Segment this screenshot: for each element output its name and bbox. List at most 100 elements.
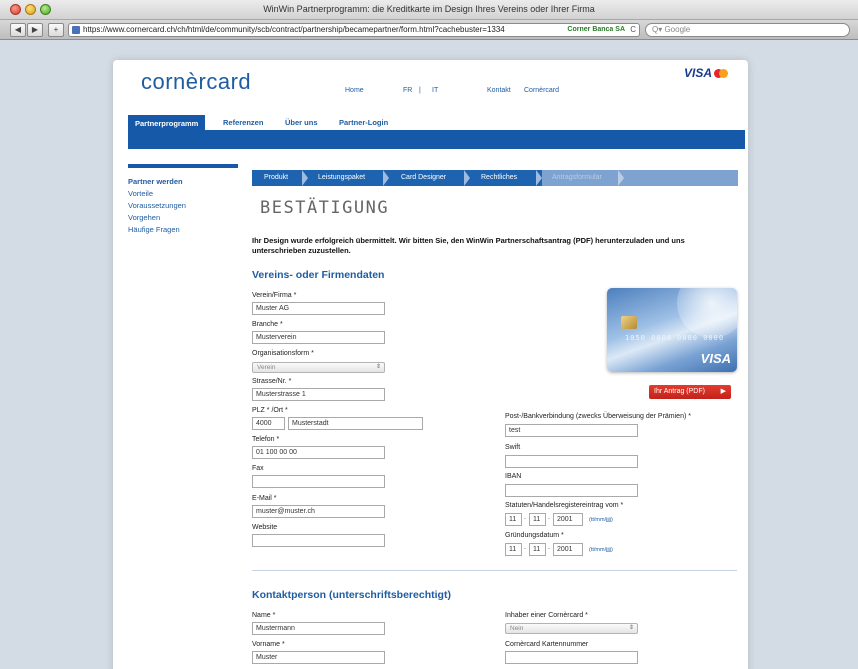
page-title: BESTÄTIGUNG <box>260 198 390 218</box>
main-nav-bar <box>128 130 745 149</box>
chevron-right-icon <box>464 170 470 186</box>
section-heading-vereinsdaten: Vereins- oder Firmendaten <box>252 269 385 281</box>
card-visa-logo: VISA <box>700 351 731 366</box>
inhaber-label: Inhaber einer Cornèrcard * <box>505 612 588 619</box>
card-glow <box>677 288 737 338</box>
sidebar-item-vorgehen[interactable]: Vorgehen <box>128 212 238 224</box>
card-number: 1050 0000 0000 0000 <box>625 334 725 342</box>
download-pdf-button[interactable]: Ihr Antrag (PDF) ▶ <box>649 385 731 399</box>
tab-partnerprogramm[interactable]: Partnerprogramm <box>128 115 206 136</box>
plz-ort-label: PLZ * /Ort * <box>252 407 288 414</box>
swift-label: Swift <box>505 444 521 451</box>
strasse-field[interactable]: Musterstrasse 1 <box>252 388 385 401</box>
verein-field[interactable]: Muster AG <box>252 302 385 315</box>
plz-field[interactable]: 4000 <box>252 417 285 430</box>
kartennummer-label: Cornèrcard Kartennummer <box>505 641 589 648</box>
certificate-badge: Corner Banca SA <box>563 24 625 36</box>
step-produkt[interactable]: Produkt <box>264 170 288 186</box>
pdf-button-label: Ihr Antrag (PDF) <box>654 388 705 395</box>
iban-label: IBAN <box>505 473 522 480</box>
date-separator: . <box>524 514 526 521</box>
main-navigation: Partnerprogramm Referenzen Über uns Part… <box>128 115 745 149</box>
iban-field[interactable] <box>505 484 638 497</box>
branche-field[interactable]: Musterverein <box>252 331 385 344</box>
step-card-designer[interactable]: Card Designer <box>401 170 446 186</box>
gruendung-month-field[interactable]: 11 <box>529 543 546 556</box>
inhaber-select[interactable]: Nein ⇕ <box>505 623 638 634</box>
branche-label: Branche * <box>252 321 283 328</box>
strasse-label: Strasse/Nr. * <box>252 378 292 385</box>
website-label: Website <box>252 524 278 531</box>
bank-field[interactable]: test <box>505 424 638 437</box>
chevron-right-icon <box>618 170 624 186</box>
statuten-day-field[interactable]: 11 <box>505 513 522 526</box>
fax-label: Fax <box>252 465 264 472</box>
page-container: cornèrcard VISA Home FR | IT Kontakt Cor… <box>113 60 748 669</box>
orgform-value: Verein <box>257 364 276 371</box>
kartennummer-field[interactable] <box>505 651 638 664</box>
lang-separator: | <box>419 87 421 94</box>
section-divider <box>252 570 737 571</box>
kontakt-link[interactable]: Kontakt <box>487 87 511 94</box>
add-bookmark-button[interactable]: + <box>48 23 64 37</box>
statuten-month-field[interactable]: 11 <box>529 513 546 526</box>
email-label: E-Mail * <box>252 495 277 502</box>
orgform-label: Organisationsform * <box>252 350 314 357</box>
reload-icon[interactable]: C <box>630 24 636 36</box>
website-field[interactable] <box>252 534 385 547</box>
fax-field[interactable] <box>252 475 385 488</box>
confirmation-text: Ihr Design wurde erfolgreich übermittelt… <box>252 236 685 255</box>
swift-field[interactable] <box>505 455 638 468</box>
vorname-field[interactable]: Muster <box>252 651 385 664</box>
visa-text: VISA <box>683 66 712 80</box>
statuten-year-field[interactable]: 2001 <box>553 513 583 526</box>
address-bar[interactable]: https://www.cornercard.ch/ch/html/de/com… <box>68 23 640 37</box>
cornercard-link[interactable]: Cornèrcard <box>524 87 559 94</box>
sidebar-item-partner-werden[interactable]: Partner werden <box>128 176 238 188</box>
gruendung-year-field[interactable]: 2001 <box>553 543 583 556</box>
site-icon <box>72 26 80 34</box>
telefon-label: Telefon * <box>252 436 280 443</box>
forward-button[interactable]: ▶ <box>27 23 43 37</box>
gruendung-label: Gründungsdatum * <box>505 532 564 539</box>
statuten-label: Statuten/Handelsregistereintrag vom * <box>505 502 624 509</box>
telefon-field[interactable]: 01 100 00 00 <box>252 446 385 459</box>
step-progress-bar: Produkt Leistungspaket Card Designer Rec… <box>252 170 738 186</box>
visa-mastercard-logo: VISA <box>684 66 728 80</box>
tab-referenzen[interactable]: Referenzen <box>216 115 270 130</box>
gruendung-day-field[interactable]: 11 <box>505 543 522 556</box>
browser-toolbar: ◀ ▶ + https://www.cornercard.ch/ch/html/… <box>0 20 858 40</box>
date-separator: . <box>524 544 526 551</box>
ort-field[interactable]: Musterstadt <box>288 417 423 430</box>
fr-link[interactable]: FR <box>403 87 412 94</box>
mastercard-orange-icon <box>719 69 728 79</box>
orgform-select[interactable]: Verein ⇕ <box>252 362 385 373</box>
sidebar-item-voraussetzungen[interactable]: Voraussetzungen <box>128 200 238 212</box>
sidebar-item-vorteile[interactable]: Vorteile <box>128 188 238 200</box>
step-rechtliches[interactable]: Rechtliches <box>481 170 517 186</box>
email-field[interactable]: muster@muster.ch <box>252 505 385 518</box>
section-heading-kontaktperson: Kontaktperson (unterschriftsberechtigt) <box>252 589 451 601</box>
bank-label: Post-/Bankverbindung (zwecks Überweisung… <box>505 413 691 420</box>
name-label: Name * <box>252 612 276 619</box>
step-leistungspaket[interactable]: Leistungspaket <box>318 170 365 186</box>
updown-arrow-icon: ⇕ <box>628 625 634 631</box>
home-link[interactable]: Home <box>345 87 364 94</box>
chevron-right-icon <box>536 170 542 186</box>
chevron-right-icon <box>383 170 389 186</box>
updown-arrow-icon: ⇕ <box>375 364 381 370</box>
step-antragsformular: Antragsformular <box>552 174 602 181</box>
tab-partner-login[interactable]: Partner-Login <box>332 115 395 130</box>
date-format-hint: (tt/mm/jjjj) <box>589 517 613 523</box>
sidebar-item-haeufige-fragen[interactable]: Häufige Fragen <box>128 224 238 236</box>
url-text: https://www.cornercard.ch/ch/html/de/com… <box>83 25 505 34</box>
vorname-label: Vorname * <box>252 641 285 648</box>
chevron-right-icon <box>302 170 308 186</box>
name-field[interactable]: Mustermann <box>252 622 385 635</box>
date-format-hint: (tt/mm/jjjj) <box>589 547 613 553</box>
search-input[interactable]: Q▾ Google <box>645 23 850 37</box>
it-link[interactable]: IT <box>432 87 438 94</box>
tab-ueber-uns[interactable]: Über uns <box>278 115 325 130</box>
back-button[interactable]: ◀ <box>10 23 26 37</box>
cornercard-logo[interactable]: cornèrcard <box>141 69 251 95</box>
